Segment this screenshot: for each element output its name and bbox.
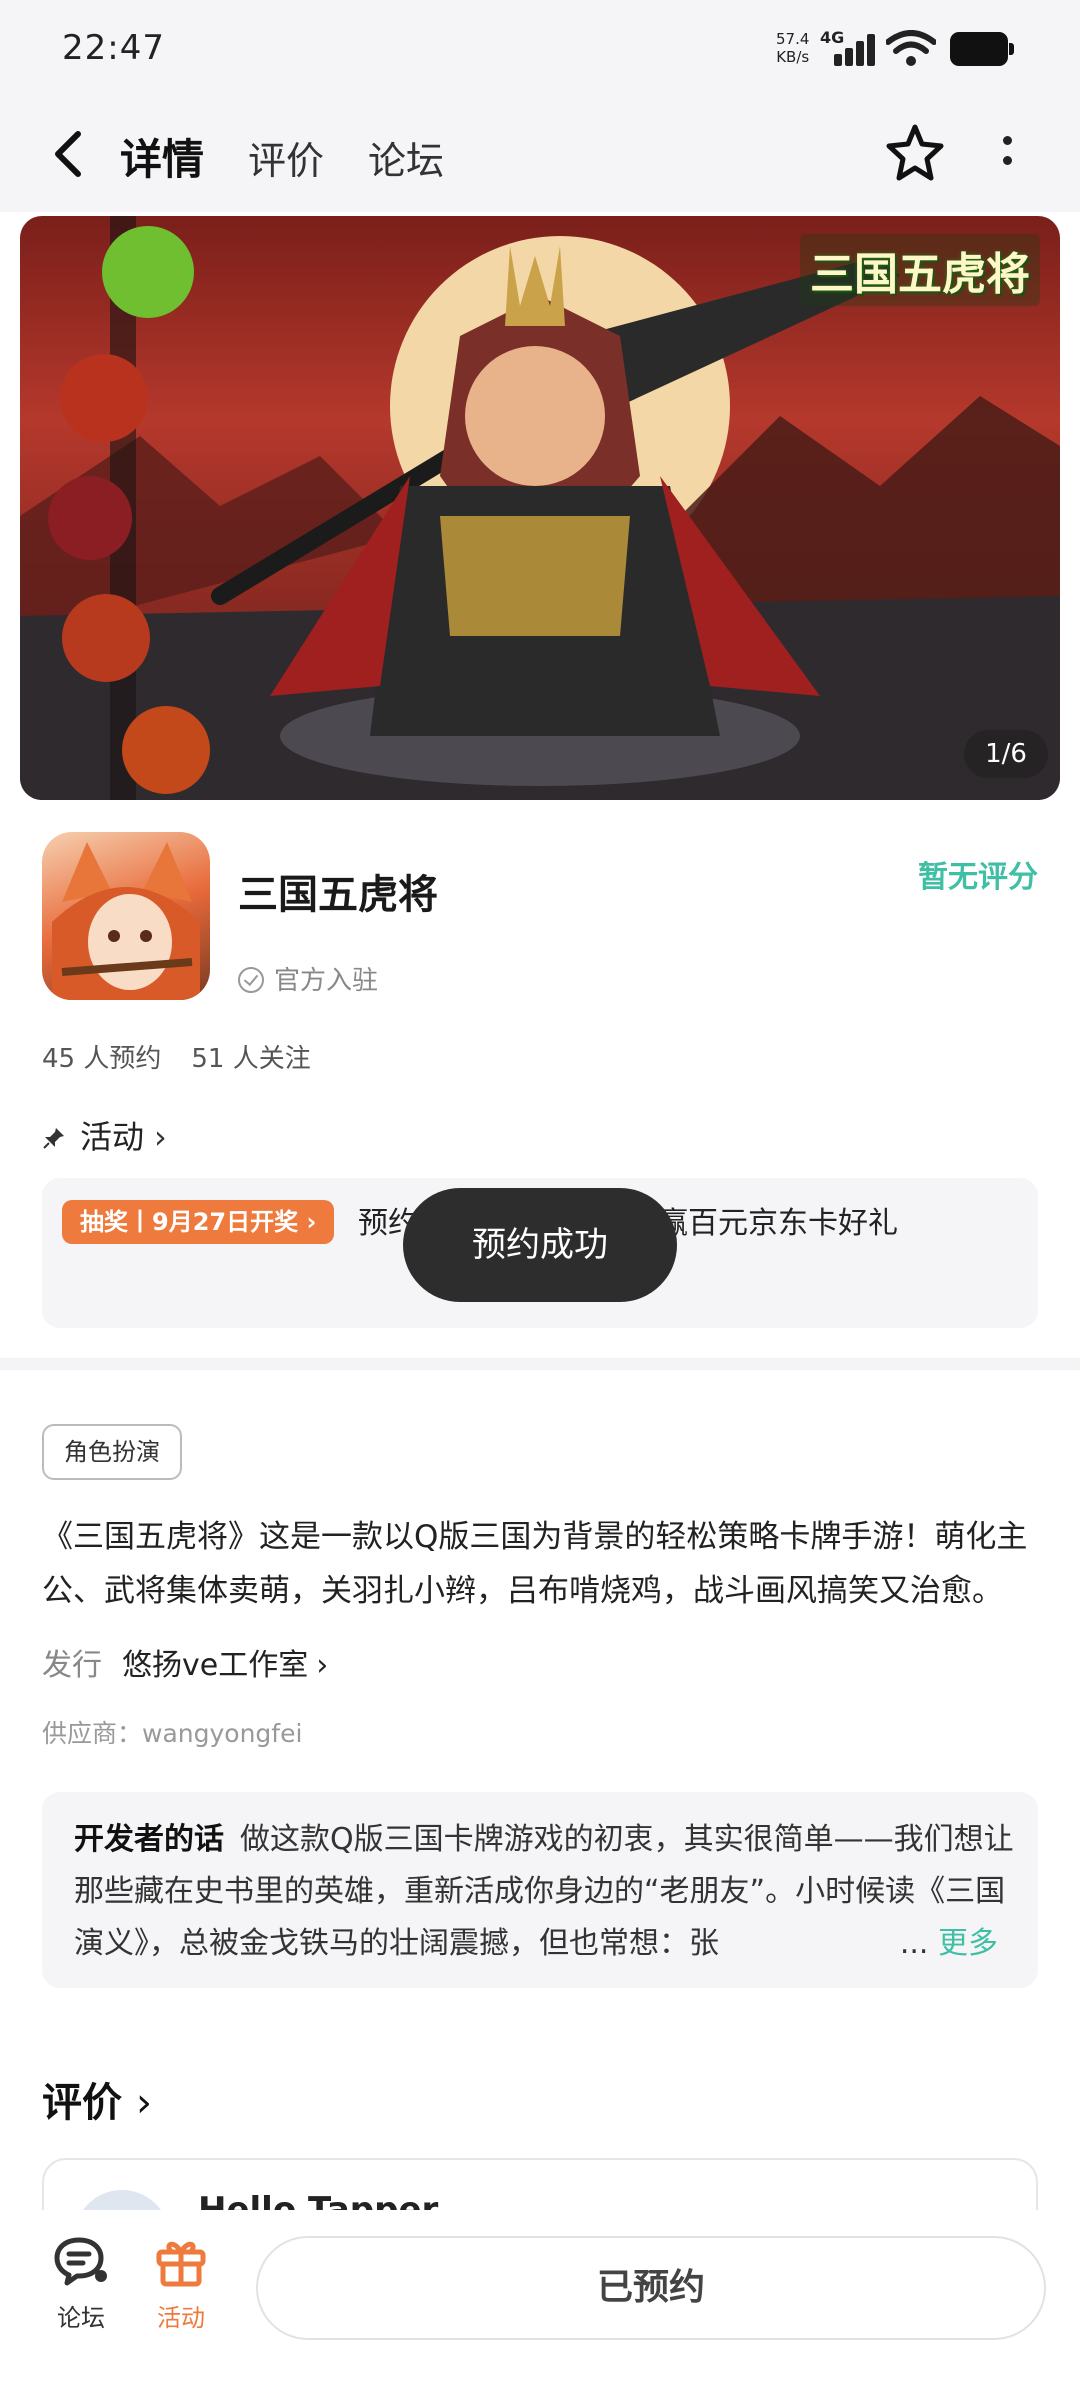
more-link[interactable]: 更多 xyxy=(891,1918,998,1970)
forum-label: 论坛 xyxy=(57,2304,105,2332)
back-icon[interactable] xyxy=(44,124,94,184)
tab-reviews-label: 评价 xyxy=(248,139,325,183)
star-icon[interactable] xyxy=(884,122,946,184)
screenshot-carousel[interactable]: 三国五虎将 1/6 xyxy=(20,216,1060,800)
app-stats: 45 人预约 51 人关注 xyxy=(42,1038,311,1075)
chevron-right-icon: › xyxy=(136,2080,152,2126)
banner-logo: 三国五虎将 xyxy=(800,234,1040,306)
app-name: 三国五虎将 xyxy=(238,872,438,918)
publisher-name: 悠扬ve工作室 xyxy=(122,1648,309,1683)
official-label: 官方入驻 xyxy=(274,966,379,996)
verified-icon xyxy=(238,967,264,993)
tab-forum-label: 论坛 xyxy=(368,139,445,183)
status-time: 22:47 xyxy=(62,28,165,68)
follower-count: 51 人关注 xyxy=(191,1044,311,1074)
activity-button[interactable]: 活动 xyxy=(136,2236,226,2333)
supplier-info: 供应商：wangyongfei xyxy=(42,1719,303,1748)
pin-icon xyxy=(43,1128,64,1149)
genre-tag[interactable]: 角色扮演 xyxy=(42,1424,182,1480)
tab-details-label: 详情 xyxy=(120,135,205,184)
official-badge: 官方入驻 xyxy=(238,960,378,997)
activity-title: 活动 xyxy=(80,1118,145,1156)
lottery-badge[interactable]: 抽奖丨9月27日开奖 › xyxy=(62,1200,335,1244)
carousel-counter: 1/6 xyxy=(964,730,1048,778)
app-icon xyxy=(42,832,210,1000)
publisher-label: 发行 xyxy=(42,1648,102,1683)
reservation-count: 45 人预约 xyxy=(42,1044,162,1074)
tab-reviews[interactable]: 评价 xyxy=(248,130,324,185)
reviews-section-link[interactable]: 评价 › xyxy=(42,2070,152,2128)
reserved-button[interactable]: 已预约 xyxy=(256,2236,1046,2340)
bottom-action-bar: 论坛 活动 已预约 xyxy=(0,2210,1080,2400)
battery-icon xyxy=(950,32,1014,66)
activity-label: 活动 xyxy=(157,2304,205,2332)
toast-message: 预约成功 xyxy=(403,1188,677,1302)
top-nav: 详情 评价 论坛 xyxy=(0,110,1080,210)
activity-section-link[interactable]: 活动 › xyxy=(42,1112,167,1158)
tab-details[interactable]: 详情 xyxy=(113,126,211,187)
more-icon[interactable] xyxy=(992,126,1022,182)
section-divider xyxy=(0,1358,1080,1370)
status-bar: 22:47 57.4 KB/s 4G xyxy=(0,0,1080,100)
rating-status: 暂无评分 xyxy=(918,860,1038,895)
reviews-title: 评价 xyxy=(42,2080,122,2126)
game-description[interactable]: 《三国五虎将》这是一款以Q版三国为背景的轻松策略卡牌手游！萌化主公、武将集体卖萌… xyxy=(42,1510,1042,1618)
gift-icon xyxy=(156,2241,206,2287)
tab-forum[interactable]: 论坛 xyxy=(368,130,444,185)
network-speed: 57.4 KB/s xyxy=(776,30,810,66)
wifi-icon xyxy=(886,30,936,66)
developer-note: 开发者的话 做这款Q版三国卡牌游戏的初衷，其实很简单——我们想让那些藏在史书里的英… xyxy=(74,1814,1014,1970)
signal-icon xyxy=(832,32,878,66)
forum-button[interactable]: 论坛 xyxy=(36,2236,126,2333)
forum-icon xyxy=(54,2237,107,2286)
developer-note-label: 开发者的话 xyxy=(74,1822,224,1857)
developer-note-card[interactable]: 开发者的话 做这款Q版三国卡牌游戏的初衷，其实很简单——我们想让那些藏在史书里的英… xyxy=(42,1792,1038,1988)
chevron-right-icon: › xyxy=(154,1118,167,1156)
publisher-link[interactable]: 发行 悠扬ve工作室 › xyxy=(42,1640,328,1684)
chevron-right-icon: › xyxy=(316,1648,329,1683)
